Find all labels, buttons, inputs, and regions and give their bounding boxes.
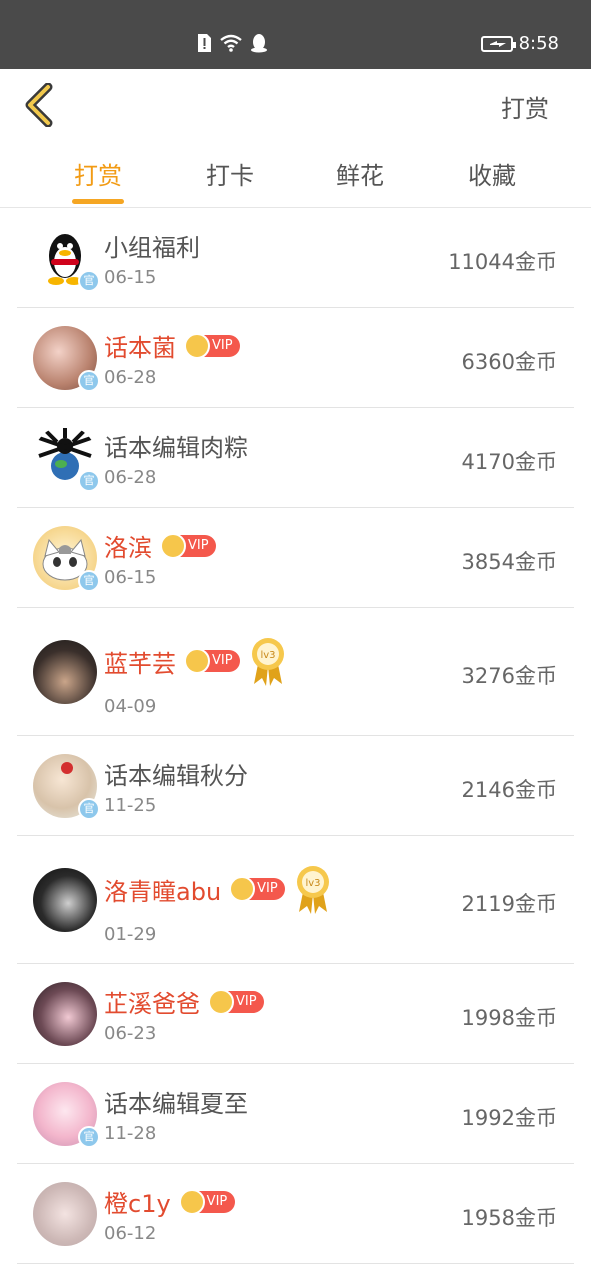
official-badge: 官 [78, 1126, 100, 1148]
reward-amount: 3854金币 [461, 550, 557, 574]
tab-reward[interactable]: 打赏 [58, 156, 138, 191]
list-item[interactable]: 官 小组福利 06-15 11044金币 [17, 208, 574, 308]
name-wrap: 话本菌 VIP [104, 328, 240, 363]
user-name: 话本菌 [104, 334, 176, 362]
crown-icon [229, 876, 256, 902]
name-wrap: 橙c1y VIP [104, 1184, 235, 1219]
reward-date: 11-25 [104, 795, 157, 816]
avatar [33, 868, 97, 932]
reward-amount: 3276金币 [461, 664, 557, 688]
name-wrap: 芷溪爸爸 VIP [104, 984, 264, 1019]
reward-date: 06-28 [104, 467, 157, 488]
user-name: 小组福利 [104, 234, 200, 262]
list-item[interactable]: 官 话本编辑肉粽 06-28 4170金币 [17, 408, 574, 508]
crown-icon [184, 648, 210, 674]
reward-date: 06-15 [104, 267, 157, 288]
name-wrap: 话本编辑肉粽 [104, 428, 248, 463]
reward-date: 06-23 [104, 1023, 157, 1044]
list-item[interactable]: 蓝芊芸 VIP lv3 04-09 3276金币 [17, 608, 574, 736]
list-item[interactable]: 官 洛滨 VIP 06-15 3854金币 [17, 508, 574, 608]
wifi-icon [220, 34, 242, 52]
name-wrap: 洛青瞳abu VIP lv3 [104, 864, 331, 914]
reward-amount: 6360金币 [461, 350, 557, 374]
list-item[interactable]: 官 话本编辑秋分 11-25 2146金币 [17, 736, 574, 836]
list-item[interactable]: 芷溪爸爸 VIP 06-23 1998金币 [17, 964, 574, 1064]
tab-favorites[interactable]: 收藏 [452, 156, 532, 191]
back-button[interactable] [22, 82, 56, 128]
reward-amount: 4170金币 [461, 450, 557, 474]
user-name: 芷溪爸爸 [104, 990, 200, 1018]
status-icons [196, 33, 268, 53]
tab-checkin[interactable]: 打卡 [190, 156, 270, 191]
official-badge: 官 [78, 270, 100, 292]
vip-badge: VIP [160, 532, 216, 559]
reward-amount: 1992金币 [461, 1106, 557, 1130]
vip-badge: VIP [229, 876, 286, 902]
vip-badge: VIP [184, 332, 240, 359]
user-name: 蓝芊芸 [104, 649, 176, 678]
reward-amount: 1998金币 [461, 1006, 557, 1030]
avatar [33, 640, 97, 704]
level-medal-icon: lv3 [295, 864, 331, 914]
reward-date: 11-28 [104, 1123, 157, 1144]
reward-amount: 2146金币 [461, 778, 557, 802]
official-badge: 官 [78, 370, 100, 392]
reward-date: 06-15 [104, 567, 157, 588]
user-name: 话本编辑夏至 [104, 1090, 248, 1118]
sim-alert-icon [198, 34, 211, 52]
reward-amount: 11044金币 [448, 250, 557, 274]
official-badge: 官 [78, 570, 100, 592]
list-item[interactable]: 官 话本菌 VIP 06-28 6360金币 [17, 308, 574, 408]
name-wrap: 话本编辑秋分 [104, 756, 248, 791]
official-badge: 官 [78, 798, 100, 820]
vip-badge: VIP [208, 988, 264, 1015]
list-item[interactable]: 洛青瞳abu VIP lv3 01-29 2119金币 [17, 836, 574, 964]
qq-icon [251, 34, 267, 53]
crown-icon [184, 332, 210, 359]
status-bar: 8:58 [0, 0, 591, 69]
user-name: 洛滨 [104, 534, 152, 562]
crown-icon [178, 1188, 205, 1215]
reward-amount: 2119金币 [461, 892, 557, 916]
list-item[interactable]: 橙c1y VIP 06-12 1958金币 [17, 1164, 574, 1264]
tab-active-indicator [72, 199, 124, 204]
crown-icon [208, 988, 234, 1015]
name-wrap: 小组福利 [104, 228, 200, 263]
reward-date: 06-28 [104, 367, 157, 388]
reward-date: 01-29 [104, 924, 157, 945]
reward-date: 04-09 [104, 696, 157, 717]
vip-badge: VIP [184, 648, 240, 674]
avatar [33, 1182, 97, 1246]
user-name: 话本编辑秋分 [104, 762, 248, 790]
reward-button[interactable]: 打赏 [501, 89, 549, 124]
avatar [33, 982, 97, 1046]
chevron-left-icon [25, 82, 53, 128]
crown-icon [160, 532, 186, 559]
name-wrap: 洛滨 VIP [104, 528, 216, 563]
status-time: 8:58 [518, 33, 559, 54]
list-item[interactable]: 官 话本编辑夏至 11-28 1992金币 [17, 1064, 574, 1164]
reward-amount: 1958金币 [461, 1206, 557, 1230]
reward-date: 06-12 [104, 1223, 157, 1244]
tab-bar: 打赏 打卡 鲜花 收藏 [0, 141, 591, 208]
status-right: 8:58 [480, 33, 559, 54]
svg-text:lv3: lv3 [306, 878, 321, 889]
tab-flowers[interactable]: 鲜花 [320, 156, 400, 191]
svg-text:lv3: lv3 [260, 650, 275, 661]
level-medal-icon: lv3 [250, 636, 286, 686]
user-name: 话本编辑肉粽 [104, 434, 248, 462]
nav-bar: 打赏 [0, 69, 591, 141]
vip-badge: VIP [178, 1188, 235, 1215]
name-wrap: 蓝芊芸 VIP lv3 [104, 636, 286, 686]
user-name: 洛青瞳abu [104, 877, 222, 906]
user-name: 橙c1y [104, 1190, 171, 1218]
name-wrap: 话本编辑夏至 [104, 1084, 248, 1119]
official-badge: 官 [78, 470, 100, 492]
battery-charging-icon [480, 35, 516, 52]
